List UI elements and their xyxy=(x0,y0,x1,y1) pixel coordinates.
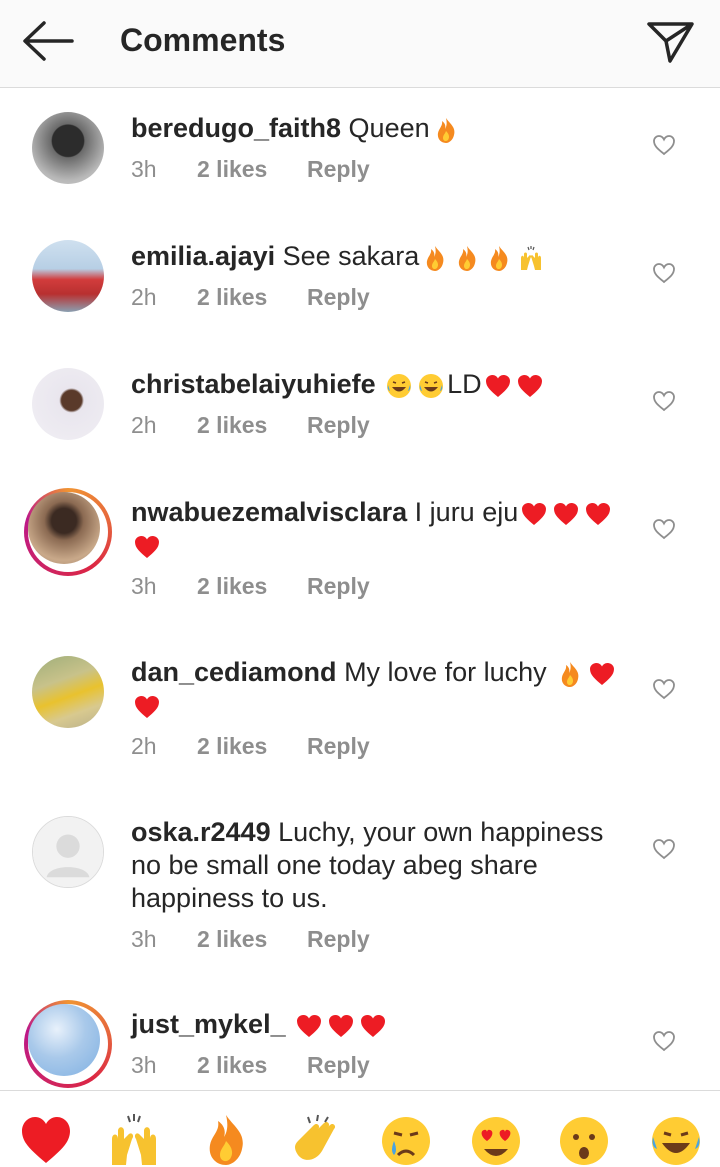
likes-count[interactable]: 2 likes xyxy=(197,156,307,183)
laughing-emoji-icon xyxy=(387,373,412,398)
red-heart-icon xyxy=(590,662,615,685)
like-heart-icon[interactable] xyxy=(652,262,676,284)
comment-time: 3h xyxy=(131,573,157,599)
comment-time: 2h xyxy=(131,412,157,438)
comment-meta: 2h 2 likes Reply xyxy=(131,412,370,439)
comment-meta: 3h 2 likes Reply xyxy=(131,156,370,183)
red-heart-icon xyxy=(329,1014,354,1037)
comment-time: 3h xyxy=(131,926,157,952)
reply-button[interactable]: Reply xyxy=(307,156,370,183)
likes-count[interactable]: 2 likes xyxy=(197,733,307,760)
comment-text: nwabuezemalvisclara I juru eju xyxy=(131,496,631,562)
comment-meta: 2h 2 likes Reply xyxy=(131,284,370,311)
avatar[interactable] xyxy=(24,488,112,576)
fire-reaction-icon[interactable] xyxy=(198,1111,254,1167)
red-heart-icon xyxy=(297,1014,322,1037)
likes-count[interactable]: 2 likes xyxy=(197,284,307,311)
red-heart-icon xyxy=(522,502,547,525)
red-heart-icon xyxy=(485,374,510,397)
comment-meta: 2h 2 likes Reply xyxy=(131,733,370,760)
likes-count[interactable]: 2 likes xyxy=(197,926,307,953)
avatar[interactable] xyxy=(32,368,104,440)
raising-hands-emoji-icon xyxy=(521,245,542,270)
reply-button[interactable]: Reply xyxy=(307,733,370,760)
comment-username[interactable]: emilia.ajayi xyxy=(131,241,275,271)
fire-emoji-icon xyxy=(437,117,455,143)
comment-text: beredugo_faith8 Queen xyxy=(131,112,631,145)
laughing-emoji-icon xyxy=(419,373,444,398)
avatar[interactable] xyxy=(32,656,104,728)
story-ring xyxy=(24,488,112,576)
crying-face-reaction-icon[interactable] xyxy=(378,1111,434,1167)
page-title: Comments xyxy=(120,22,286,58)
fire-emoji-icon xyxy=(459,245,476,271)
comment-body: See sakara xyxy=(282,241,420,271)
likes-count[interactable]: 2 likes xyxy=(197,1052,307,1079)
comment-meta: 3h 2 likes Reply xyxy=(131,573,370,600)
comment-username[interactable]: dan_cediamond xyxy=(131,657,337,687)
like-heart-icon[interactable] xyxy=(652,390,676,412)
reply-button[interactable]: Reply xyxy=(307,1052,370,1079)
likes-count[interactable]: 2 likes xyxy=(197,412,307,439)
comment-text: oska.r2449 Luchy, your own happiness no … xyxy=(131,816,631,915)
heart-reaction-icon[interactable] xyxy=(18,1111,74,1167)
red-heart-icon xyxy=(554,502,579,525)
like-heart-icon[interactable] xyxy=(652,838,676,860)
comment-text: just_mykel_ xyxy=(131,1008,631,1041)
raising-hands-reaction-icon[interactable] xyxy=(106,1111,162,1167)
heart-eyes-reaction-icon[interactable] xyxy=(468,1111,524,1167)
comment-text: dan_cediamond My love for luchy xyxy=(131,656,631,722)
reply-button[interactable]: Reply xyxy=(307,412,370,439)
comment-username[interactable]: christabelaiyuhiefe xyxy=(131,369,376,399)
comment-time: 3h xyxy=(131,156,157,182)
red-heart-icon xyxy=(361,1014,386,1037)
comment-meta: 3h 2 likes Reply xyxy=(131,926,370,953)
comment-body: My love for luchy xyxy=(344,657,547,687)
default-avatar-icon xyxy=(32,816,104,888)
red-heart-icon xyxy=(517,374,542,397)
surprised-face-reaction-icon[interactable] xyxy=(556,1111,612,1167)
quick-reaction-bar xyxy=(0,1090,720,1165)
comment-time: 2h xyxy=(131,284,157,310)
red-heart-icon xyxy=(586,502,611,525)
comment-body: I juru eju xyxy=(414,497,519,527)
fire-emoji-icon xyxy=(562,661,579,687)
back-arrow-icon[interactable] xyxy=(20,20,74,62)
comment-time: 3h xyxy=(131,1052,157,1078)
avatar[interactable] xyxy=(32,112,104,184)
fire-emoji-icon xyxy=(491,245,508,271)
like-heart-icon[interactable] xyxy=(652,1030,676,1052)
comment-text: emilia.ajayi See sakara xyxy=(131,240,631,273)
fire-emoji-icon xyxy=(427,245,444,271)
like-heart-icon[interactable] xyxy=(652,678,676,700)
avatar[interactable] xyxy=(32,240,104,312)
likes-count[interactable]: 2 likes xyxy=(197,573,307,600)
clapping-hands-reaction-icon[interactable] xyxy=(288,1111,344,1167)
avatar[interactable] xyxy=(32,816,104,888)
comment-text: christabelaiyuhiefe LD xyxy=(131,368,631,401)
like-heart-icon[interactable] xyxy=(652,134,676,156)
reply-button[interactable]: Reply xyxy=(307,284,370,311)
top-bar: Comments xyxy=(0,0,720,88)
direct-message-icon[interactable] xyxy=(644,14,698,68)
reply-button[interactable]: Reply xyxy=(307,573,370,600)
story-ring xyxy=(24,1000,112,1088)
like-heart-icon[interactable] xyxy=(652,518,676,540)
comment-username[interactable]: beredugo_faith8 xyxy=(131,113,341,143)
comment-meta: 3h 2 likes Reply xyxy=(131,1052,370,1079)
avatar[interactable] xyxy=(24,1000,112,1088)
comment-time: 2h xyxy=(131,733,157,759)
comment-username[interactable]: nwabuezemalvisclara xyxy=(131,497,407,527)
comment-username[interactable]: oska.r2449 xyxy=(131,817,271,847)
comment-body: LD xyxy=(447,369,482,399)
comment-body: Queen xyxy=(348,113,430,143)
red-heart-icon xyxy=(135,535,159,558)
reply-button[interactable]: Reply xyxy=(307,926,370,953)
laughing-reaction-icon[interactable] xyxy=(648,1111,704,1167)
comment-username[interactable]: just_mykel_ xyxy=(131,1009,286,1039)
red-heart-icon xyxy=(135,695,159,718)
